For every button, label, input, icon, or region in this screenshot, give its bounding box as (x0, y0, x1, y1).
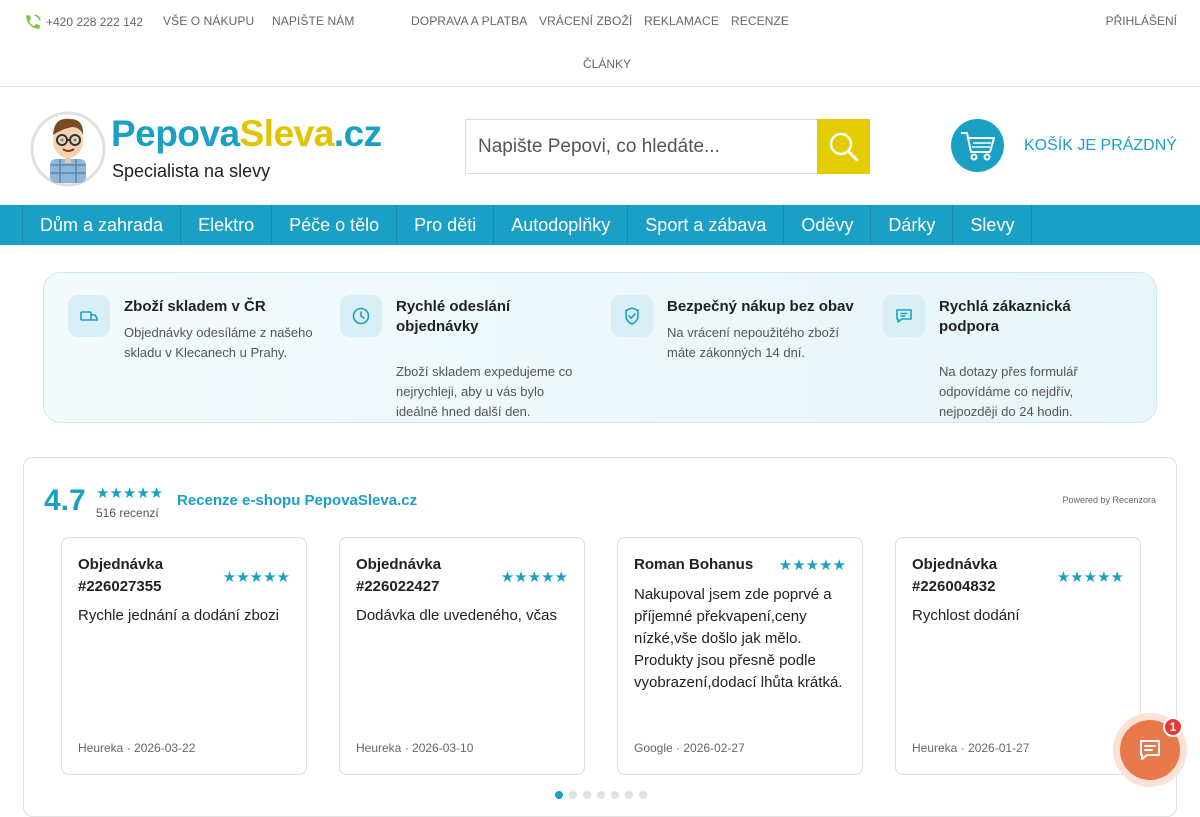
rating-score: 4.7 (44, 484, 86, 517)
brand-tagline: Specialista na slevy (112, 161, 271, 181)
login-link[interactable]: PŘIHLÁŠENÍ (1106, 14, 1177, 28)
shield-check-icon (611, 295, 653, 337)
search-input[interactable] (465, 119, 817, 174)
review-author: Objednávka #226027355 (78, 556, 164, 595)
phone-link[interactable]: +420 228 222 142 (24, 13, 143, 31)
review-text: Rychlost dodání (912, 607, 1020, 624)
link-shipping[interactable]: DOPRAVA A PLATBA (411, 14, 527, 28)
review-count: 516 recenzí (96, 506, 159, 520)
review-stars: ★★★★★ (1056, 569, 1124, 586)
review-author: Objednávka #226004832 (912, 556, 998, 595)
nav-item-home-garden[interactable]: Dům a zahrada (22, 205, 180, 245)
nav-item-sale[interactable]: Slevy (952, 205, 1033, 245)
link-articles[interactable]: ČLÁNKY (583, 57, 631, 71)
reviews-title-link[interactable]: Recenze e-shopu PepovaSleva.cz (177, 492, 417, 509)
nav-item-body-care[interactable]: Péče o tělo (271, 205, 396, 245)
review-stars: ★★★★★ (222, 569, 290, 586)
cart-icon-circle (951, 119, 1004, 172)
cart-status: KOŠÍK JE PRÁZDNÝ (1024, 136, 1177, 154)
benefit-text: Na dotazy přes formulář odpovídáme co ne… (939, 364, 1078, 419)
review-card: Objednávka #226027355 ★★★★★ Rychle jedná… (61, 537, 307, 775)
recenzora-link[interactable]: Recenzora (1112, 495, 1156, 505)
rating-stars: ★★★★★ (96, 485, 164, 502)
carousel-dot[interactable] (583, 791, 591, 799)
link-reviews[interactable]: RECENZE (731, 14, 789, 28)
nav-item-electro[interactable]: Elektro (180, 205, 271, 245)
cart-icon (960, 131, 995, 160)
search-form (465, 119, 870, 174)
brand-name: PepovaSleva.cz (111, 113, 382, 154)
mascot-logo-icon (30, 111, 106, 187)
carousel-dot[interactable] (569, 791, 577, 799)
link-complaints[interactable]: REKLAMACE (644, 14, 719, 28)
link-about-purchase[interactable]: VŠE O NÁKUPU (163, 14, 254, 28)
powered-by: Powered by Recenzora (1062, 495, 1156, 505)
benefit-title: Bezpečný nákup bez obav (667, 298, 854, 315)
top-bar: +420 228 222 142 VŠE O NÁKUPU NAPIŠTE NÁ… (0, 0, 1200, 87)
clock-icon (340, 295, 382, 337)
search-button[interactable] (817, 119, 870, 174)
review-card: Objednávka #226004832 ★★★★★ Rychlost dod… (895, 537, 1141, 775)
review-stars: ★★★★★ (778, 557, 846, 574)
phone-number: +420 228 222 142 (46, 15, 144, 29)
carousel-dot[interactable] (555, 791, 563, 799)
review-author: Roman Bohanus (634, 556, 754, 573)
chat-bubble-icon (1140, 740, 1160, 760)
link-returns[interactable]: VRÁCENÍ ZBOŽÍ (539, 14, 632, 28)
main-navigation: Dům a zahrada Elektro Péče o tělo Pro dě… (0, 205, 1200, 245)
carousel-dots (555, 791, 647, 799)
review-card: Roman Bohanus ★★★★★ Nakupoval jsem zde p… (617, 537, 863, 775)
carousel-dot[interactable] (611, 791, 619, 799)
benefit-text: Objednávky odesíláme z našeho skladu v K… (124, 325, 313, 360)
nav-item-gifts[interactable]: Dárky (870, 205, 952, 245)
site-header: PepovaSleva.cz Specialista na slevy KOŠÍ… (0, 87, 1200, 205)
nav-item-sport[interactable]: Sport a zábava (627, 205, 783, 245)
search-icon (829, 132, 858, 161)
carousel-dot[interactable] (625, 791, 633, 799)
benefit-text: Na vrácení nepoužitého zboží máte zákonn… (667, 325, 839, 360)
nav-item-kids[interactable]: Pro děti (396, 205, 493, 245)
review-text: Rychle jednání a dodání zbozi (78, 607, 279, 624)
chat-unread-badge: 1 (1163, 717, 1183, 737)
reviews-widget: 4.7 ★★★★★ 516 recenzí Recenze e-shopu Pe… (23, 457, 1177, 817)
link-contact[interactable]: NAPIŠTE NÁM (272, 14, 354, 28)
nav-item-auto[interactable]: Autodoplňky (493, 205, 627, 245)
review-source: Heureka · 2026-01-27 (912, 741, 1030, 755)
chat-icon (883, 295, 925, 337)
review-text: Dodávka dle uvedeného, včas (356, 607, 557, 624)
benefit-title: Rychlé odeslání objednávky (396, 298, 511, 335)
carousel-dot[interactable] (639, 791, 647, 799)
review-source: Heureka · 2026-03-10 (356, 741, 474, 755)
review-source: Heureka · 2026-03-22 (78, 741, 196, 755)
chat-launcher-button[interactable]: 1 (1113, 713, 1187, 787)
nav-item-clothing[interactable]: Oděvy (783, 205, 870, 245)
benefit-title: Rychlá zákaznická podpora (939, 298, 1071, 335)
benefit-text: Zboží skladem expedujeme co nejrychleji,… (396, 364, 573, 419)
truck-icon (68, 295, 110, 337)
phone-icon (26, 14, 41, 29)
review-text: Nakupoval jsem zde poprvé a příjemné pře… (634, 586, 843, 691)
benefit-title: Zboží skladem v ČR (124, 298, 266, 315)
benefits-panel: Zboží skladem v ČR Objednávky odesíláme … (43, 272, 1157, 423)
review-card: Objednávka #226022427 ★★★★★ Dodávka dle … (339, 537, 585, 775)
cart-button[interactable]: KOŠÍK JE PRÁZDNÝ (951, 119, 1177, 172)
review-author: Objednávka #226022427 (356, 556, 442, 595)
review-stars: ★★★★★ (500, 569, 568, 586)
review-source: Google · 2026-02-27 (634, 741, 745, 755)
carousel-dot[interactable] (597, 791, 605, 799)
logo[interactable]: PepovaSleva.cz Specialista na slevy (28, 107, 388, 187)
